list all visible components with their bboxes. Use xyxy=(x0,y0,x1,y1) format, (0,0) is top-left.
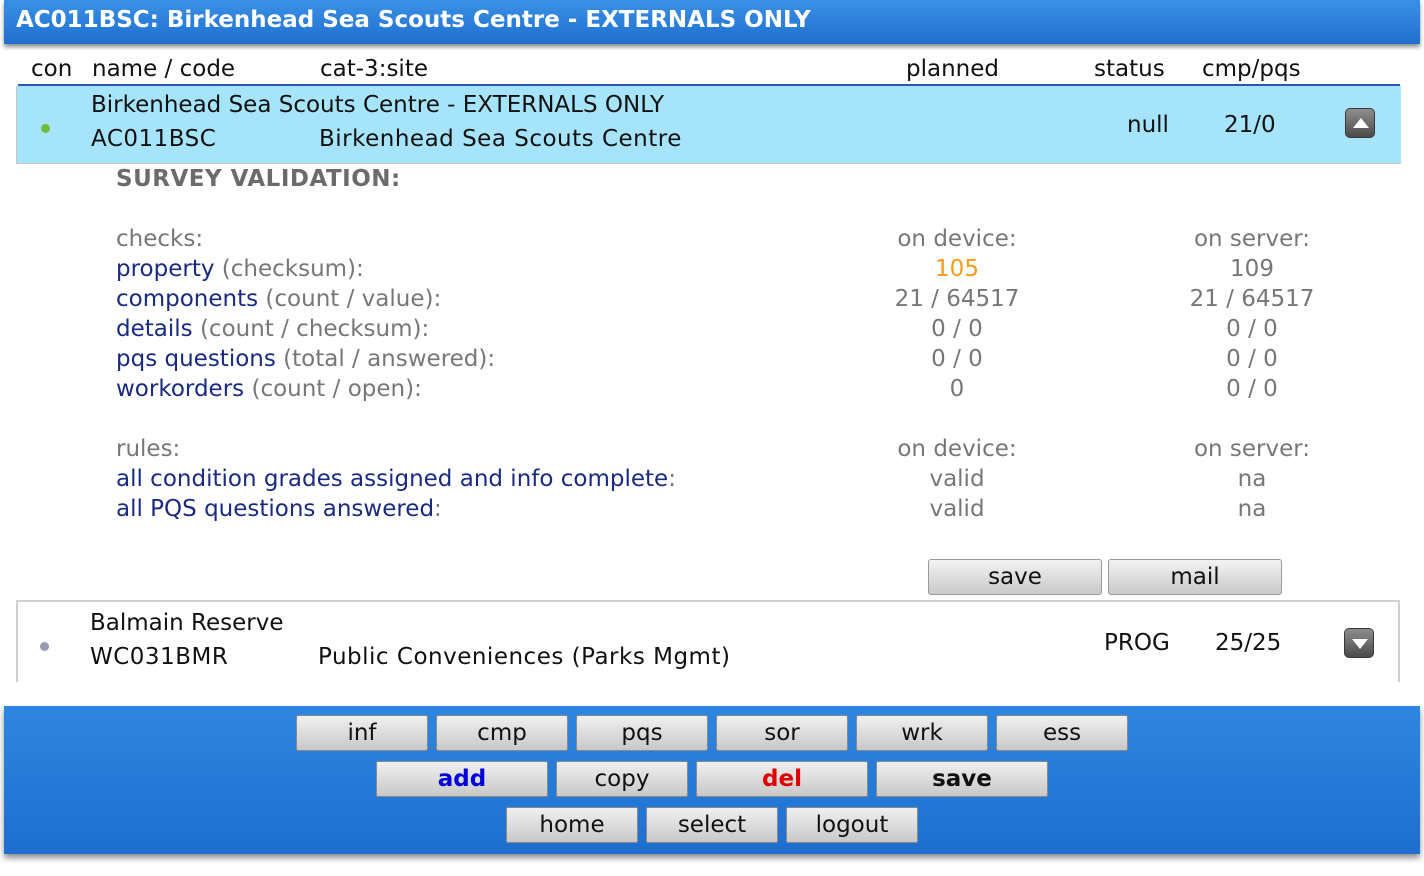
chevron-up-icon xyxy=(1353,118,1369,128)
rule-detail: : xyxy=(434,496,442,522)
check-detail: (count / value): xyxy=(258,286,442,312)
row-status: null xyxy=(1127,112,1169,138)
check-detail: (total / answered): xyxy=(275,346,496,372)
row-name: Birkenhead Sea Scouts Centre - EXTERNALS… xyxy=(91,92,665,118)
check-server-value: 0 / 0 xyxy=(1226,346,1278,372)
col-header-status: status xyxy=(1094,56,1165,82)
row-status: PROG xyxy=(1104,630,1170,656)
check-device-value: 21 / 64517 xyxy=(894,286,1020,312)
add-button[interactable]: add xyxy=(376,761,548,797)
home-button[interactable]: home xyxy=(506,807,638,843)
check-key: pqs questions xyxy=(116,346,276,372)
bottom-toolbar: inf cmp pqs sor wrk ess add copy del sav… xyxy=(4,706,1420,854)
table-row[interactable]: Birkenhead Sea Scouts Centre - EXTERNALS… xyxy=(16,86,1401,164)
validation-save-button[interactable]: save xyxy=(928,559,1102,595)
check-details: details (count / checksum): xyxy=(116,316,429,342)
inf-button[interactable]: inf xyxy=(296,715,428,751)
on-device-header: on device: xyxy=(897,436,1017,462)
check-detail: (count / open): xyxy=(244,376,422,402)
rule-server-value: na xyxy=(1237,466,1267,492)
check-device-value: 105 xyxy=(935,256,979,282)
check-pqs-questions: pqs questions (total / answered): xyxy=(116,346,495,372)
wrk-button[interactable]: wrk xyxy=(856,715,988,751)
save-button[interactable]: save xyxy=(876,761,1048,797)
on-server-header: on server: xyxy=(1193,226,1311,252)
rule-pqs-answered: all PQS questions answered: xyxy=(116,496,442,522)
rule-device-value: valid xyxy=(929,466,985,492)
row-site: Public Conveniences (Parks Mgmt) xyxy=(318,644,731,670)
select-button[interactable]: select xyxy=(646,807,778,843)
collapse-button[interactable] xyxy=(1345,108,1375,138)
survey-validation-heading: SURVEY VALIDATION: xyxy=(116,166,401,192)
row-cmp-pqs: 25/25 xyxy=(1215,630,1282,656)
col-header-name-code: name / code xyxy=(92,56,236,82)
ess-button[interactable]: ess xyxy=(996,715,1128,751)
check-server-value: 21 / 64517 xyxy=(1189,286,1315,312)
rule-detail: : xyxy=(668,466,676,492)
col-header-cat: cat-3:site xyxy=(320,56,428,82)
rule-condition-grades: all condition grades assigned and info c… xyxy=(116,466,676,492)
copy-button[interactable]: copy xyxy=(556,761,688,797)
rule-server-value: na xyxy=(1237,496,1267,522)
check-device-value: 0 / 0 xyxy=(931,316,983,342)
col-header-cmp-pqs: cmp/pqs xyxy=(1202,56,1301,82)
col-header-con: con xyxy=(31,56,73,82)
check-key: details xyxy=(116,316,193,342)
check-key: components xyxy=(116,286,259,312)
row-cmp-pqs: 21/0 xyxy=(1224,112,1276,138)
validation-mail-button[interactable]: mail xyxy=(1108,559,1282,595)
check-server-value: 109 xyxy=(1230,256,1274,282)
rule-key: all condition grades assigned and info c… xyxy=(116,466,669,492)
col-header-planned: planned xyxy=(906,56,999,82)
table-row[interactable]: Balmain Reserve WC031BMR Public Convenie… xyxy=(16,600,1400,682)
rules-label: rules: xyxy=(116,436,181,462)
del-button[interactable]: del xyxy=(696,761,868,797)
check-device-value: 0 xyxy=(949,376,965,402)
page-title: AC011BSC: Birkenhead Sea Scouts Centre -… xyxy=(16,7,811,33)
expand-button[interactable] xyxy=(1344,628,1374,658)
checks-label: checks: xyxy=(116,226,204,252)
on-device-header: on device: xyxy=(897,226,1017,252)
on-server-header: on server: xyxy=(1193,436,1311,462)
logout-button[interactable]: logout xyxy=(786,807,918,843)
window-title-bar: AC011BSC: Birkenhead Sea Scouts Centre -… xyxy=(4,0,1420,44)
pqs-button[interactable]: pqs xyxy=(576,715,708,751)
row-code: WC031BMR xyxy=(90,644,229,670)
check-workorders: workorders (count / open): xyxy=(116,376,422,402)
check-property: property (checksum): xyxy=(116,256,364,282)
sor-button[interactable]: sor xyxy=(716,715,848,751)
check-detail: (checksum): xyxy=(214,256,364,282)
row-code: AC011BSC xyxy=(91,126,217,152)
row-name: Balmain Reserve xyxy=(90,610,284,636)
check-components: components (count / value): xyxy=(116,286,441,312)
chevron-down-icon xyxy=(1352,639,1368,649)
condition-dot xyxy=(40,642,49,651)
check-detail: (count / checksum): xyxy=(192,316,430,342)
cmp-button[interactable]: cmp xyxy=(436,715,568,751)
check-device-value: 0 / 0 xyxy=(931,346,983,372)
check-server-value: 0 / 0 xyxy=(1226,376,1278,402)
check-key: workorders xyxy=(116,376,245,402)
check-server-value: 0 / 0 xyxy=(1226,316,1278,342)
rule-key: all PQS questions answered xyxy=(116,496,435,522)
rule-device-value: valid xyxy=(929,496,985,522)
check-key: property xyxy=(116,256,215,282)
row-site: Birkenhead Sea Scouts Centre xyxy=(319,126,682,152)
condition-dot xyxy=(41,124,50,133)
